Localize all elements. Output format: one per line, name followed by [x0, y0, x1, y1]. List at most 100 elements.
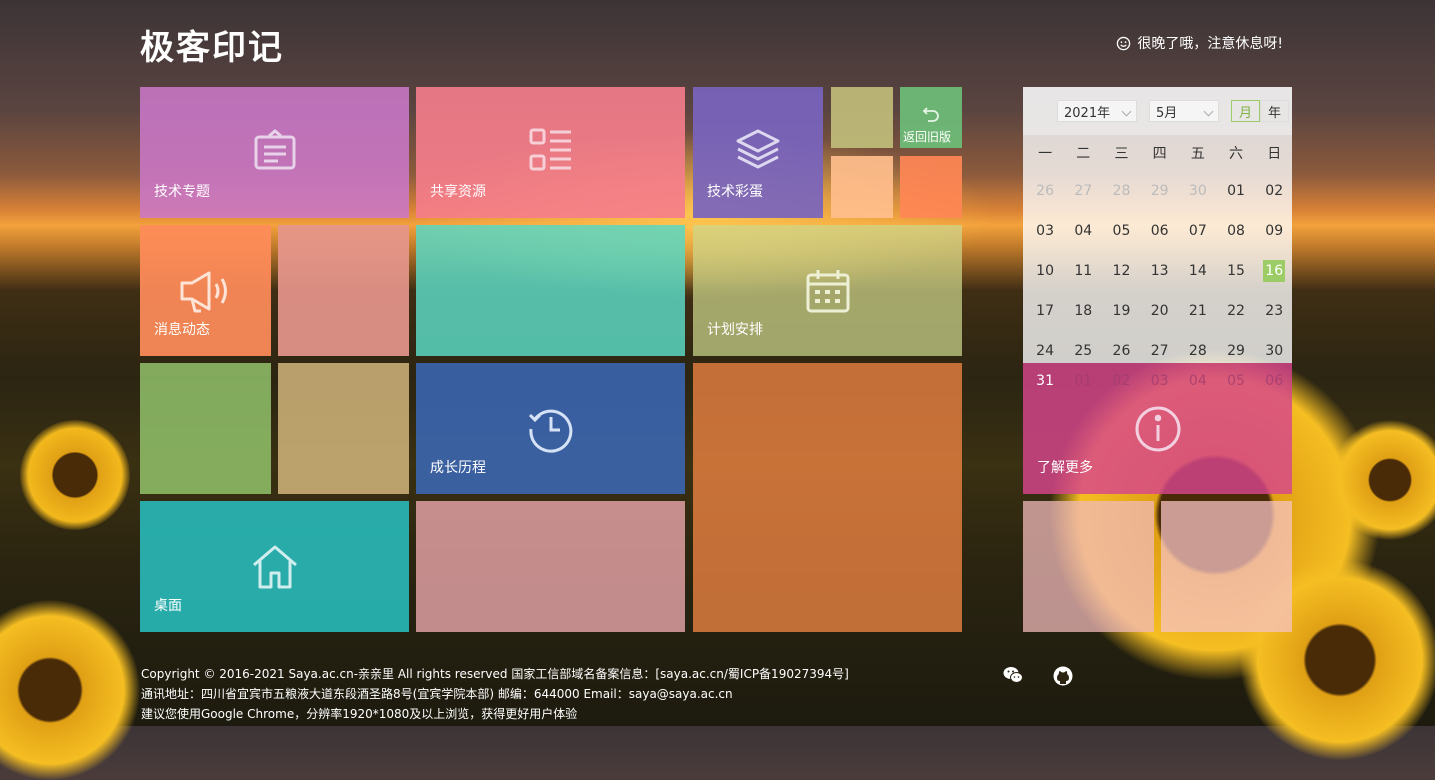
calendar-header: 2021年 5月 月 年 — [1023, 87, 1292, 135]
calendar-day[interactable]: 06 — [1255, 363, 1293, 399]
calendar-day[interactable]: 21 — [1179, 291, 1217, 331]
tile-tech-topics[interactable]: 技术专题 — [140, 87, 409, 218]
weekday-header: 一 — [1038, 146, 1053, 162]
footer-browser-tip: 建议您使用Google Chrome，分辨率1920*1080及以上浏览，获得更… — [141, 707, 578, 721]
calendar-day[interactable]: 11 — [1064, 251, 1102, 291]
calendar-day[interactable]: 31 — [1026, 363, 1064, 399]
info-icon — [1134, 405, 1182, 453]
calendar-day[interactable]: 01 — [1217, 171, 1255, 211]
calendar-day[interactable]: 20 — [1141, 291, 1179, 331]
tile-teal-wide[interactable] — [416, 225, 685, 356]
calendar-day[interactable]: 08 — [1217, 211, 1255, 251]
greeting-message: 很晚了哦，注意休息呀! — [1116, 33, 1283, 53]
year-mode-button[interactable]: 年 — [1260, 100, 1289, 122]
calendar-day[interactable]: 22 — [1217, 291, 1255, 331]
month-value: 5月 — [1156, 105, 1178, 121]
today-marker: 16 — [1263, 260, 1286, 282]
calendar-day[interactable]: 18 — [1064, 291, 1102, 331]
tile-rose[interactable] — [278, 225, 409, 356]
history-clock-icon — [527, 405, 575, 453]
calendar-day[interactable]: 07 — [1179, 211, 1217, 251]
calendar-day[interactable]: 15 — [1217, 251, 1255, 291]
tile-label: 技术专题 — [154, 184, 210, 200]
tile-small-orange[interactable] — [900, 156, 962, 218]
calendar-day[interactable]: 12 — [1102, 251, 1140, 291]
calendar-day[interactable]: 16 — [1255, 251, 1293, 291]
calendar-day[interactable]: 26 — [1026, 171, 1064, 211]
tile-label: 技术彩蛋 — [707, 184, 763, 200]
tile-pink-small-1[interactable] — [1023, 501, 1154, 632]
calendar-day[interactable]: 17 — [1026, 291, 1064, 331]
weekday-header: 六 — [1229, 146, 1244, 162]
tile-shared-resources[interactable]: 共享资源 — [416, 87, 685, 218]
footer-address: 通讯地址：四川省宜宾市五粮液大道东段酒圣路8号(宜宾学院本部) 邮编：64400… — [141, 687, 733, 701]
tile-tech-easter-egg[interactable]: 技术彩蛋 — [693, 87, 823, 218]
site-title: 极客印记 — [140, 28, 284, 68]
tile-label: 了解更多 — [1037, 460, 1093, 476]
calendar-day[interactable]: 13 — [1141, 251, 1179, 291]
tile-green-small[interactable] — [140, 363, 271, 494]
tile-small-peach[interactable] — [831, 156, 893, 218]
home-icon — [251, 543, 299, 591]
calendar-day[interactable]: 09 — [1255, 211, 1293, 251]
wechat-icon[interactable] — [1003, 666, 1023, 690]
calendar-icon — [805, 268, 851, 314]
tile-label: 桌面 — [154, 598, 182, 614]
back-old-version-label: 返回旧版 — [903, 130, 952, 144]
tile-growth[interactable]: 成长历程 — [416, 363, 685, 494]
view-mode-toggle: 月 年 — [1231, 100, 1289, 122]
calendar-day[interactable]: 06 — [1141, 211, 1179, 251]
calendar-day[interactable]: 01 — [1064, 363, 1102, 399]
list-icon — [528, 127, 574, 173]
footer-copyright: Copyright © 2016-2021 Saya.ac.cn-亲亲里 All… — [141, 667, 849, 681]
back-old-version-button[interactable]: 返回旧版 — [900, 87, 962, 148]
tile-orange-large[interactable] — [693, 363, 962, 632]
tile-desktop[interactable]: 桌面 — [140, 501, 409, 632]
calendar-day[interactable]: 10 — [1026, 251, 1064, 291]
calendar-day[interactable]: 05 — [1102, 211, 1140, 251]
weekday-header: 二 — [1076, 146, 1091, 162]
tile-plan[interactable]: 计划安排 — [693, 225, 962, 356]
tile-tan-small[interactable] — [278, 363, 409, 494]
tile-pink-wide[interactable] — [416, 501, 685, 632]
footer: Copyright © 2016-2021 Saya.ac.cn-亲亲里 All… — [141, 664, 849, 724]
weekday-header: 日 — [1267, 146, 1282, 162]
calendar-day[interactable]: 02 — [1255, 171, 1293, 211]
tile-news[interactable]: 消息动态 — [140, 225, 271, 356]
calendar-day[interactable]: 04 — [1064, 211, 1102, 251]
tile-label: 成长历程 — [430, 460, 486, 476]
calendar-day[interactable]: 23 — [1255, 291, 1293, 331]
calendar-day[interactable]: 28 — [1102, 171, 1140, 211]
social-links — [1003, 666, 1073, 690]
year-select[interactable]: 2021年 — [1057, 100, 1137, 122]
calendar-last-row: 31 01 02 03 04 05 06 — [1023, 363, 1292, 399]
calendar-day[interactable]: 14 — [1179, 251, 1217, 291]
year-value: 2021年 — [1064, 105, 1111, 121]
undo-icon — [922, 106, 940, 122]
calendar-day[interactable]: 05 — [1217, 363, 1255, 399]
layers-icon — [735, 127, 781, 173]
tile-label: 消息动态 — [154, 322, 210, 338]
calendar-day[interactable]: 29 — [1141, 171, 1179, 211]
greeting-text: 很晚了哦，注意休息呀! — [1137, 36, 1283, 52]
calendar-widget: 2021年 5月 月 年 一二三四五六日 26 27 28 29 30 01 02 03 04 05… — [1023, 87, 1292, 363]
calendar-grid: 一二三四五六日 26 27 28 29 30 01 02 03 04 05 06 07 08 09 10 11 1… — [1026, 135, 1292, 371]
notice-board-icon — [252, 127, 298, 173]
calendar-day[interactable]: 27 — [1064, 171, 1102, 211]
tile-small-olive[interactable] — [831, 87, 893, 148]
chevron-down-icon — [1121, 106, 1132, 117]
tile-pink-small-2[interactable] — [1161, 501, 1292, 632]
chevron-down-icon — [1203, 106, 1214, 117]
calendar-day[interactable]: 30 — [1179, 171, 1217, 211]
smile-icon — [1117, 36, 1131, 50]
month-mode-button[interactable]: 月 — [1231, 100, 1260, 122]
tile-label: 共享资源 — [430, 184, 486, 200]
calendar-day[interactable]: 03 — [1026, 211, 1064, 251]
weekday-header: 三 — [1114, 146, 1129, 162]
calendar-day[interactable]: 04 — [1179, 363, 1217, 399]
calendar-day[interactable]: 03 — [1141, 363, 1179, 399]
month-select[interactable]: 5月 — [1149, 100, 1219, 122]
calendar-day[interactable]: 02 — [1102, 363, 1140, 399]
calendar-day[interactable]: 19 — [1102, 291, 1140, 331]
github-icon[interactable] — [1053, 666, 1073, 690]
